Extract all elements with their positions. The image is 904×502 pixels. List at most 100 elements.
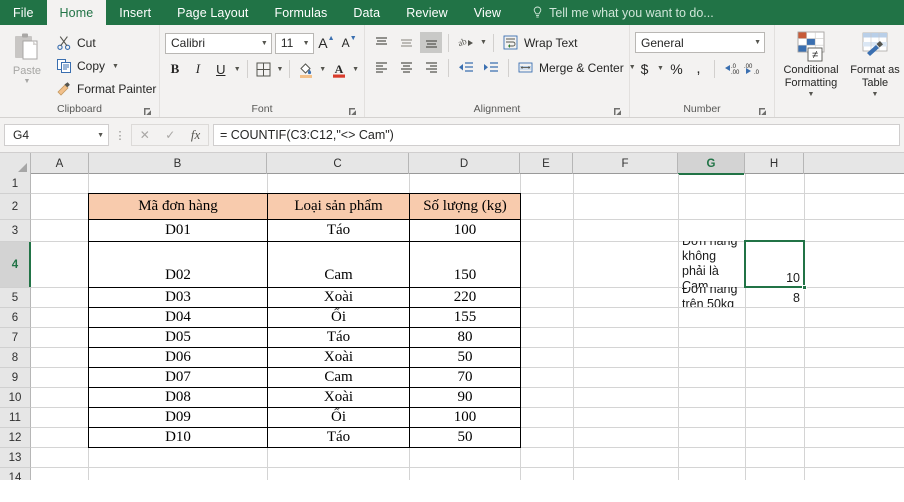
number-format-combo[interactable]: General ▼ (635, 32, 765, 53)
chevron-down-icon[interactable]: ▼ (750, 39, 761, 46)
chevron-down-icon[interactable]: ▼ (234, 66, 241, 73)
table-cell-product[interactable]: Táo (267, 327, 410, 348)
wrap-text-button[interactable]: Wrap Text (500, 32, 581, 53)
table-cell-product[interactable]: Ối (267, 307, 410, 328)
chevron-down-icon[interactable]: ▼ (872, 91, 879, 98)
paste-button[interactable]: Paste ▼ (5, 30, 49, 99)
align-middle-button[interactable] (395, 32, 417, 53)
chevron-down-icon[interactable]: ▼ (257, 40, 268, 47)
row-header-11[interactable]: 11 (0, 408, 31, 428)
select-all-button[interactable] (0, 153, 31, 174)
tab-data[interactable]: Data (340, 0, 393, 25)
table-cell-qty[interactable]: 150 (409, 241, 521, 288)
merge-center-button[interactable]: Merge & Center ▼ (515, 57, 639, 78)
align-left-button[interactable] (370, 57, 392, 78)
cut-button[interactable]: Cut (53, 33, 159, 53)
column-header-e[interactable]: E (520, 153, 573, 174)
number-dialog-launcher-icon[interactable] (758, 107, 767, 116)
table-cell-product[interactable]: Xoài (267, 287, 410, 308)
format-painter-button[interactable]: Format Painter (53, 79, 159, 99)
fill-color-button[interactable] (296, 58, 316, 80)
table-cell-code[interactable]: D08 (88, 387, 268, 408)
table-cell-qty[interactable]: 100 (409, 219, 521, 242)
row-header-14[interactable]: 14 (0, 468, 31, 480)
table-cell-code[interactable]: D10 (88, 427, 268, 448)
table-cell-qty[interactable]: 50 (409, 427, 521, 448)
row-header-1[interactable]: 1 (0, 174, 31, 194)
table-cell-product[interactable]: Táo (267, 219, 410, 242)
align-right-button[interactable] (420, 57, 442, 78)
table-cell-qty[interactable]: 220 (409, 287, 521, 308)
currency-button[interactable]: $ (635, 58, 654, 79)
table-cell-code[interactable]: D07 (88, 367, 268, 388)
table-cell-code[interactable]: D05 (88, 327, 268, 348)
chevron-down-icon[interactable]: ▼ (97, 132, 104, 139)
enter-formula-button[interactable]: ✓ (165, 128, 175, 142)
orientation-button[interactable]: ab (455, 32, 477, 53)
comma-style-button[interactable]: , (689, 58, 708, 79)
column-header-g[interactable]: G (678, 153, 745, 175)
table-cell-product[interactable]: Xoài (267, 387, 410, 408)
decrease-decimal-button[interactable]: .00 .0 (744, 58, 764, 79)
tab-review[interactable]: Review (393, 0, 461, 25)
row-header-8[interactable]: 8 (0, 348, 31, 368)
percent-button[interactable]: % (667, 58, 686, 79)
chevron-down-icon[interactable]: ▼ (276, 66, 283, 73)
format-as-table-button[interactable]: Format as Table ▼ (844, 30, 904, 98)
table-cell-code[interactable]: D03 (88, 287, 268, 308)
chevron-down-icon[interactable]: ▼ (319, 66, 326, 73)
table-cell-code[interactable]: D06 (88, 347, 268, 368)
row-header-6[interactable]: 6 (0, 308, 31, 328)
borders-button[interactable] (254, 58, 274, 80)
tab-page-layout[interactable]: Page Layout (164, 0, 261, 25)
row-header-7[interactable]: 7 (0, 328, 31, 348)
increase-indent-button[interactable] (480, 57, 502, 78)
shrink-font-button[interactable]: A ▼ (339, 32, 359, 54)
table-cell-qty[interactable]: 155 (409, 307, 521, 328)
align-bottom-button[interactable] (420, 32, 442, 53)
align-center-button[interactable] (395, 57, 417, 78)
bold-button[interactable]: B (165, 58, 185, 80)
result-value-over-50[interactable]: 8 (746, 287, 804, 307)
copy-button[interactable]: Copy ▼ (53, 56, 159, 76)
name-box[interactable]: G4 ▼ (4, 124, 109, 146)
table-cell-qty[interactable]: 50 (409, 347, 521, 368)
chevron-down-icon[interactable]: ▼ (112, 63, 119, 70)
row-header-4[interactable]: 4 (0, 242, 31, 288)
chevron-down-icon[interactable]: ▼ (352, 66, 359, 73)
result-label-not-cam[interactable]: Đơn hàng không phải là Cam (679, 241, 745, 287)
tell-me-search[interactable]: Tell me what you want to do... (522, 0, 724, 25)
decrease-indent-button[interactable] (455, 57, 477, 78)
font-color-button[interactable]: A (329, 58, 349, 80)
column-header-a[interactable]: A (31, 153, 89, 174)
chevron-down-icon[interactable]: ▼ (657, 65, 664, 72)
table-cell-product[interactable]: Cam (267, 241, 410, 288)
tab-file[interactable]: File (0, 0, 47, 25)
table-cell-product[interactable]: Táo (267, 427, 410, 448)
grow-font-button[interactable]: A ▲ (317, 32, 337, 54)
column-header-d[interactable]: D (409, 153, 520, 174)
font-dialog-launcher-icon[interactable] (348, 107, 357, 116)
chevron-down-icon[interactable]: ▼ (299, 40, 310, 47)
column-header-h[interactable]: H (745, 153, 804, 174)
result-value-not-cam[interactable]: 10 (746, 241, 804, 287)
cancel-formula-button[interactable]: ✕ (140, 128, 150, 142)
table-cell-code[interactable]: D04 (88, 307, 268, 328)
table-cell-qty[interactable]: 100 (409, 407, 521, 428)
table-cell-product[interactable]: Xoài (267, 347, 410, 368)
chevron-down-icon[interactable]: ▼ (480, 39, 487, 46)
table-cell-code[interactable]: D02 (88, 241, 268, 288)
tab-view[interactable]: View (461, 0, 514, 25)
underline-button[interactable]: U (211, 58, 231, 80)
table-header-product[interactable]: Loại sản phẩm (267, 193, 410, 220)
row-header-12[interactable]: 12 (0, 428, 31, 448)
table-cell-qty[interactable]: 80 (409, 327, 521, 348)
chevron-down-icon[interactable]: ▼ (808, 91, 815, 98)
conditional-formatting-button[interactable]: ≠ Conditional Formatting ▼ (780, 30, 842, 98)
column-header-f[interactable]: F (573, 153, 678, 174)
formula-input[interactable]: = COUNTIF(C3:C12,"<> Cam") (213, 124, 900, 146)
table-cell-qty[interactable]: 70 (409, 367, 521, 388)
italic-button[interactable]: I (188, 58, 208, 80)
row-header-2[interactable]: 2 (0, 194, 31, 220)
table-cell-product[interactable]: Ối (267, 407, 410, 428)
